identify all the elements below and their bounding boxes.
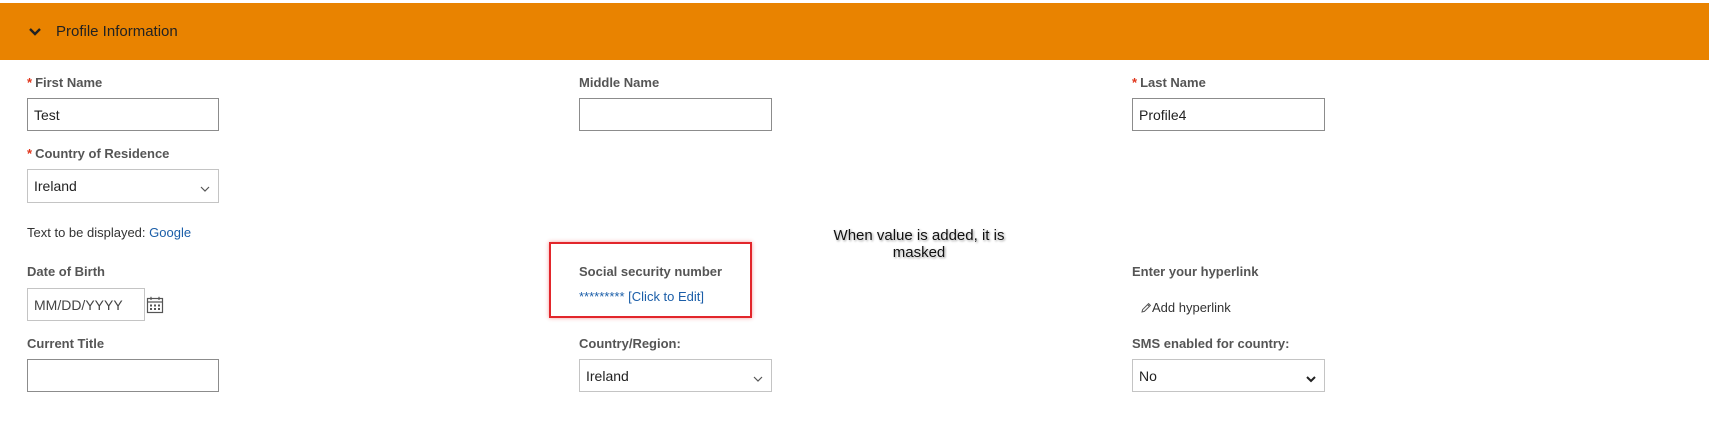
country-region-label: Country/Region: <box>579 336 681 351</box>
hyperlink-label: Enter your hyperlink <box>1132 264 1259 279</box>
chevron-down-icon <box>200 181 210 192</box>
chevron-down-icon[interactable] <box>27 24 43 40</box>
calendar-icon[interactable] <box>146 296 164 314</box>
annotation-callout: When value is added, it is masked <box>833 227 1005 261</box>
date-of-birth-input[interactable]: MM/DD/YYYY <box>27 288 145 321</box>
last-name-input[interactable]: Profile4 <box>1132 98 1325 131</box>
middle-name-input[interactable] <box>579 98 772 131</box>
sms-label: SMS enabled for country: <box>1132 336 1290 351</box>
add-hyperlink-button[interactable]: Add hyperlink <box>1140 300 1231 315</box>
profile-section-header[interactable]: Profile Information <box>0 3 1709 60</box>
sms-select[interactable]: No <box>1132 359 1325 392</box>
current-title-label: Current Title <box>27 336 105 351</box>
first-name-label: * First Name <box>27 75 103 90</box>
required-marker: * <box>1132 75 1138 90</box>
required-marker: * <box>27 75 33 90</box>
country-of-residence-label: * Country of Residence <box>27 146 170 161</box>
chevron-down-icon <box>753 371 763 382</box>
last-name-label: * Last Name <box>1132 75 1206 90</box>
google-link[interactable]: Google <box>149 225 191 240</box>
date-of-birth-label: Date of Birth <box>27 264 105 279</box>
section-title: Profile Information <box>56 23 178 40</box>
ssn-edit-link[interactable]: [Click to Edit] <box>628 289 704 304</box>
middle-name-label: Middle Name <box>579 75 660 90</box>
current-title-input[interactable] <box>27 359 219 392</box>
ssn-value: ********* [Click to Edit] <box>579 289 704 304</box>
chevron-down-icon <box>1306 371 1316 382</box>
pencil-icon <box>1140 302 1152 314</box>
ssn-label: Social security number <box>579 264 723 279</box>
ssn-masked-value: ********* <box>579 289 625 304</box>
country-of-residence-select[interactable]: Ireland <box>27 169 219 203</box>
country-region-select[interactable]: Ireland <box>579 359 772 392</box>
display-text: Text to be displayed: Google <box>27 225 192 240</box>
first-name-input[interactable]: Test <box>27 98 219 131</box>
required-marker: * <box>27 146 33 161</box>
highlight-box <box>549 242 752 318</box>
